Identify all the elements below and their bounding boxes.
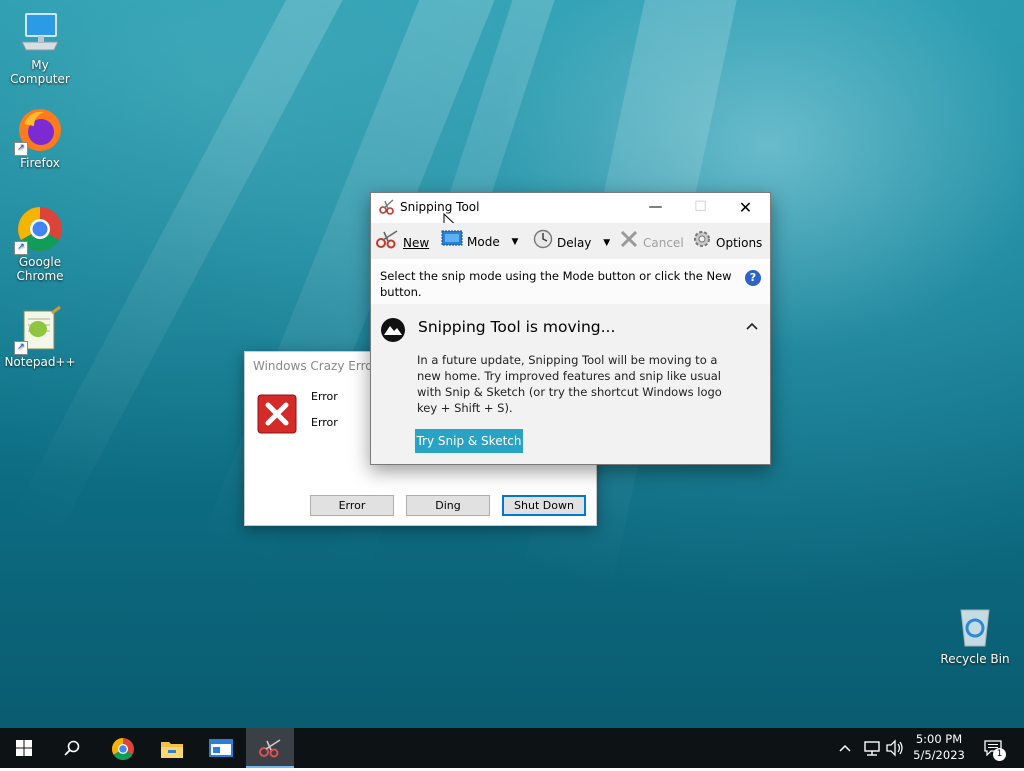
- desktop-icon-firefox[interactable]: ↗ Firefox: [0, 106, 80, 170]
- collapse-chevron-icon[interactable]: [744, 318, 760, 334]
- start-button[interactable]: [0, 728, 48, 768]
- snipping-tool-titlebar[interactable]: Snipping Tool — ☐ ✕: [371, 193, 770, 231]
- moving-notice-panel: Snipping Tool is moving... In a future u…: [371, 304, 770, 464]
- desktop-icon-my-computer[interactable]: My Computer: [0, 8, 80, 86]
- desktop-icon-label: Google Chrome: [16, 255, 64, 283]
- show-hidden-icons-button[interactable]: [838, 728, 854, 768]
- clock-icon: [533, 229, 553, 257]
- minimize-button[interactable]: —: [633, 193, 678, 222]
- delay-dropdown-icon[interactable]: ▼: [603, 231, 610, 255]
- search-button[interactable]: [48, 728, 96, 768]
- delay-label: Delay: [557, 236, 592, 250]
- info-bar: Select the snip mode using the Mode butt…: [371, 264, 770, 304]
- mode-icon: [441, 229, 463, 255]
- recycle-bin-icon: [951, 602, 999, 650]
- taskbar: 5:00 PM 5/5/2023 1: [0, 728, 1024, 768]
- desktop-icon-label: My Computer: [10, 58, 70, 86]
- computer-icon: [16, 8, 64, 56]
- folder-icon: [160, 738, 184, 760]
- desktop-icon-label: Recycle Bin: [940, 652, 1010, 666]
- maximize-button: ☐: [694, 199, 707, 215]
- desktop-icon-notepad-plus-plus[interactable]: ↗ Notepad++: [0, 305, 80, 369]
- snip-sketch-icon: [380, 317, 406, 343]
- volume-icon[interactable]: [885, 728, 905, 768]
- taskbar-file-explorer[interactable]: [148, 728, 196, 768]
- scissors-icon: [379, 199, 395, 215]
- desktop: My Computer ↗ Firefox ↗ Google Chrome ↗ …: [0, 0, 1024, 728]
- error-x-icon: [257, 394, 297, 434]
- scissors-icon: [258, 737, 282, 759]
- chrome-icon: [111, 737, 135, 761]
- ding-button[interactable]: Ding: [406, 495, 490, 516]
- snipping-toolbar: New Mode ▼ Delay ▼ Cancel Options: [371, 223, 770, 259]
- moving-notice-title: Snipping Tool is moving...: [418, 318, 616, 336]
- desktop-icon-label: Firefox: [20, 156, 60, 170]
- network-icon[interactable]: [862, 728, 882, 768]
- mode-button[interactable]: Mode ▼: [441, 229, 518, 253]
- desktop-icon-recycle-bin[interactable]: Recycle Bin: [935, 602, 1015, 666]
- action-center-button[interactable]: 1: [982, 728, 1006, 768]
- options-label: Options: [716, 236, 763, 250]
- clock[interactable]: 5:00 PM 5/5/2023: [910, 728, 968, 768]
- help-icon[interactable]: ?: [745, 270, 761, 286]
- firefox-icon: ↗: [14, 106, 64, 156]
- new-label: New: [403, 236, 430, 250]
- notepad-plus-plus-icon: ↗: [14, 305, 64, 355]
- error-message-line: Error: [311, 416, 338, 429]
- error-button[interactable]: Error: [310, 495, 394, 516]
- clock-date: 5/5/2023: [913, 748, 965, 762]
- try-snip-sketch-button[interactable]: Try Snip & Sketch: [415, 429, 523, 453]
- error-message-line: Error: [311, 390, 338, 403]
- snipping-tool-title: Snipping Tool: [400, 200, 480, 214]
- options-button[interactable]: Options: [692, 229, 762, 253]
- notification-count-badge: 1: [993, 748, 1006, 761]
- desktop-icon-chrome[interactable]: ↗ Google Chrome: [0, 205, 80, 283]
- taskbar-chrome[interactable]: [99, 728, 147, 768]
- clock-time: 5:00 PM: [915, 732, 963, 746]
- new-snip-button[interactable]: New: [375, 229, 429, 253]
- mode-dropdown-icon[interactable]: ▼: [512, 230, 519, 254]
- snipping-tool-window[interactable]: Snipping Tool — ☐ ✕ New Mode ▼ Delay ▼ C…: [370, 192, 771, 465]
- windows-logo-icon: [16, 740, 32, 756]
- close-button[interactable]: ✕: [723, 193, 768, 222]
- delay-button[interactable]: Delay ▼: [533, 229, 610, 253]
- cancel-label: Cancel: [643, 236, 684, 250]
- taskbar-snipping-tool[interactable]: [246, 728, 294, 768]
- chrome-icon: ↗: [14, 205, 64, 255]
- moving-notice-body: In a future update, Snipping Tool will b…: [417, 353, 722, 415]
- shut-down-button[interactable]: Shut Down: [502, 495, 586, 516]
- app-window-icon: [209, 739, 233, 757]
- gear-icon: [692, 229, 712, 257]
- desktop-icon-label: Notepad++: [4, 355, 76, 369]
- new-snip-icon: [375, 229, 399, 257]
- cancel-button: Cancel: [619, 229, 684, 253]
- search-icon: [64, 740, 80, 756]
- error-dialog-title: Windows Crazy Error: [253, 359, 378, 373]
- taskbar-app-window[interactable]: [197, 728, 245, 768]
- mode-label: Mode: [467, 235, 500, 249]
- cancel-x-icon: [619, 229, 639, 257]
- info-text: Select the snip mode using the Mode butt…: [380, 269, 732, 299]
